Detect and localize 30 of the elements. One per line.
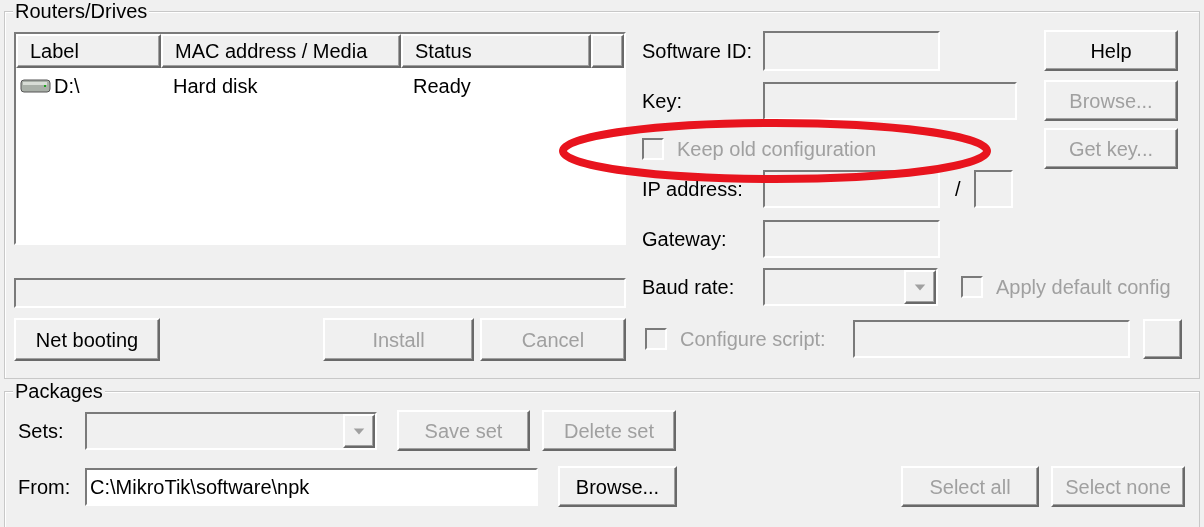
field-label: Baud rate: — [642, 275, 736, 300]
field-label: Configure script: — [680, 327, 827, 352]
script-browse-button[interactable] — [1143, 319, 1182, 359]
table-cell-text: Ready — [412, 74, 472, 99]
field-label: IP address: — [642, 177, 744, 202]
input-field[interactable] — [853, 320, 1130, 358]
button[interactable]: Browse... — [558, 466, 677, 507]
table-cell-text: Hard disk — [172, 74, 259, 99]
hard-drive-icon — [20, 77, 52, 95]
button[interactable]: Net booting — [14, 318, 160, 361]
path-field[interactable]: C:\MikroTik\software\npk — [85, 467, 538, 506]
column-header[interactable]: Status — [401, 34, 591, 68]
table-cell-text: D:\ — [54, 74, 80, 99]
field-label: Keep old configuration — [677, 136, 877, 162]
dropdown[interactable] — [763, 268, 938, 306]
input-field[interactable] — [973, 170, 1013, 208]
column-header[interactable]: Label — [16, 34, 161, 68]
button[interactable]: Help — [1044, 30, 1178, 71]
field-label: Apply default config — [996, 275, 1171, 300]
input-field[interactable] — [763, 30, 940, 71]
input-field[interactable] — [763, 81, 1017, 120]
field-label: Sets: — [18, 418, 65, 444]
field-label: From: — [18, 474, 72, 500]
field-label: Software ID: — [642, 38, 754, 64]
input-field[interactable] — [763, 220, 940, 258]
separator-text: / — [955, 177, 961, 202]
field-label: Gateway: — [642, 227, 728, 252]
dropdown[interactable] — [85, 411, 377, 450]
field-label: Key: — [642, 88, 684, 114]
column-header[interactable]: MAC address / Media — [161, 34, 401, 68]
